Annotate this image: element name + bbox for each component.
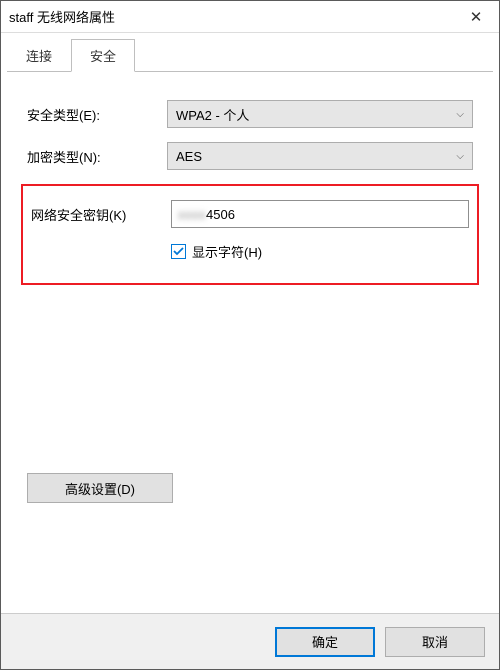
network-key-masked: xxxx: [178, 207, 206, 222]
security-type-value: WPA2 - 个人: [176, 105, 249, 124]
tab-strip: 连接 安全: [1, 33, 499, 72]
highlight-box: 网络安全密钥(K) xxxx4506 显示字符(H): [21, 184, 479, 285]
checkmark-icon: [173, 246, 184, 257]
network-key-input[interactable]: xxxx4506: [171, 200, 469, 228]
encryption-type-dropdown[interactable]: AES ⌵: [167, 142, 473, 170]
advanced-row: 高级设置(D): [27, 473, 173, 503]
security-type-row: 安全类型(E): WPA2 - 个人 ⌵: [27, 100, 473, 128]
network-key-visible: 4506: [206, 207, 235, 222]
encryption-type-value: AES: [176, 149, 202, 164]
show-chars-checkbox[interactable]: [171, 244, 186, 259]
show-chars-label: 显示字符(H): [192, 242, 262, 261]
titlebar: staff 无线网络属性 ✕: [1, 1, 499, 33]
window-title: staff 无线网络属性: [9, 7, 453, 26]
network-key-label: 网络安全密钥(K): [31, 205, 171, 224]
security-type-label: 安全类型(E):: [27, 105, 167, 124]
encryption-type-label: 加密类型(N):: [27, 147, 167, 166]
advanced-settings-button[interactable]: 高级设置(D): [27, 473, 173, 503]
tab-connect[interactable]: 连接: [7, 39, 71, 72]
content-area: 安全类型(E): WPA2 - 个人 ⌵ 加密类型(N): AES ⌵ 网络安全…: [1, 72, 499, 613]
security-type-dropdown[interactable]: WPA2 - 个人 ⌵: [167, 100, 473, 128]
close-button[interactable]: ✕: [453, 1, 499, 33]
tab-security[interactable]: 安全: [71, 39, 135, 72]
network-key-row: 网络安全密钥(K) xxxx4506: [31, 200, 469, 228]
chevron-down-icon: ⌵: [456, 109, 464, 120]
encryption-type-row: 加密类型(N): AES ⌵: [27, 142, 473, 170]
dialog-footer: 确定 取消: [1, 613, 499, 669]
ok-button[interactable]: 确定: [275, 627, 375, 657]
wifi-properties-dialog: staff 无线网络属性 ✕ 连接 安全 安全类型(E): WPA2 - 个人 …: [0, 0, 500, 670]
chevron-down-icon: ⌵: [456, 151, 464, 162]
cancel-button[interactable]: 取消: [385, 627, 485, 657]
show-chars-row: 显示字符(H): [31, 242, 469, 261]
